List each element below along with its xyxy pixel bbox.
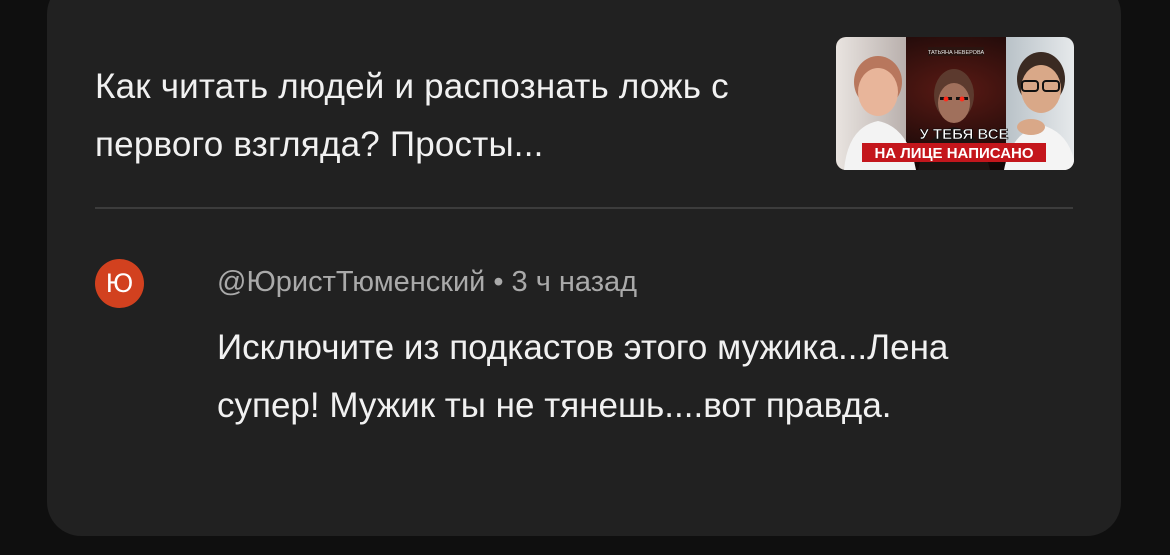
- thumbnail-small-caption: ТАТЬЯНА НЕВЕРОВА: [928, 50, 985, 56]
- thumbnail-caption-line2: НА ЛИЦЕ НАПИСАНО: [874, 145, 1033, 162]
- divider: [95, 207, 1073, 209]
- comment-time: 3 ч назад: [511, 266, 638, 298]
- comment-author[interactable]: @ЮристТюменский: [217, 266, 485, 298]
- comment-card[interactable]: Как читать людей и распознать ложь с пер…: [47, 0, 1121, 536]
- comment-text: Исключите из подкастов этого мужика...Ле…: [217, 328, 949, 425]
- avatar[interactable]: Ю: [95, 259, 144, 308]
- video-thumbnail[interactable]: ТАТЬЯНА НЕВЕРОВА У ТЕБЯ ВСЕ НА ЛИЦЕ НАПИ…: [836, 37, 1074, 170]
- thumbnail-caption-line1: У ТЕБЯ ВСЕ: [919, 126, 1008, 143]
- meta-separator: •: [493, 266, 504, 298]
- comment-meta: @ЮристТюменский • 3 ч назад: [217, 264, 637, 300]
- video-title[interactable]: Как читать людей и распознать ложь с пер…: [95, 58, 815, 174]
